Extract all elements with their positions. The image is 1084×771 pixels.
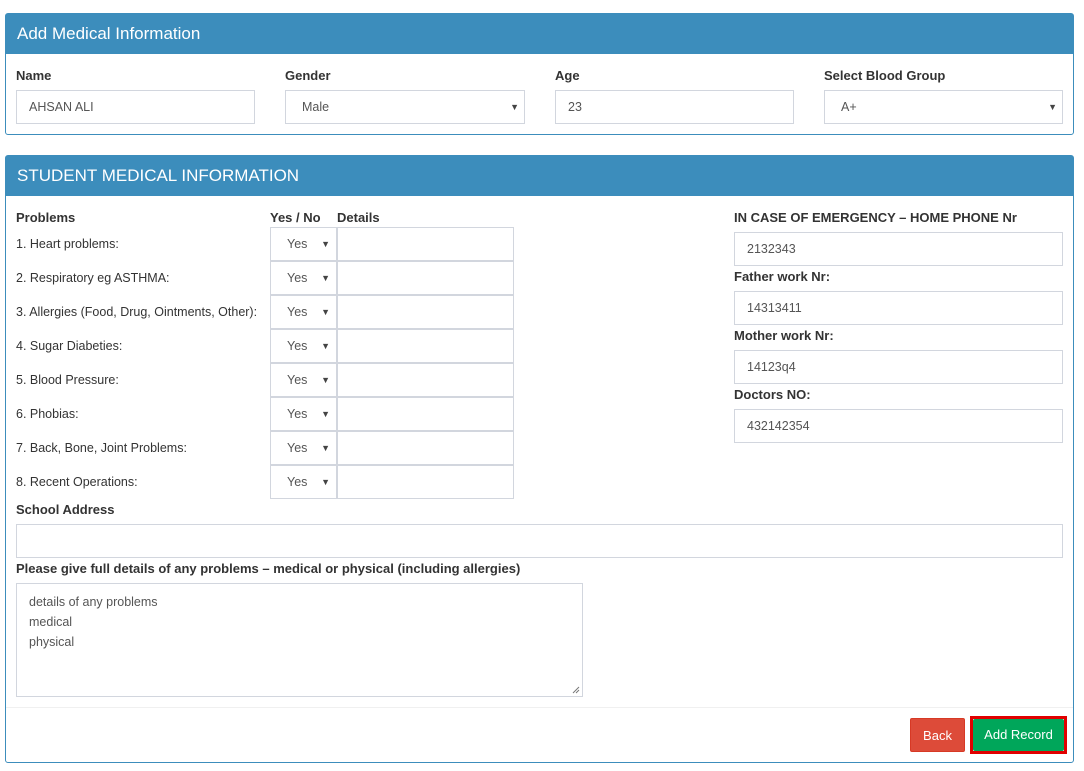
textarea-line: medical (29, 615, 73, 629)
problem-yes-no-select[interactable]: Yes ▼ (270, 295, 337, 329)
problem-yes-no-select[interactable]: Yes ▼ (270, 227, 337, 261)
add-medical-info-panel: Add Medical Information Name AHSAN ALI G… (5, 13, 1074, 135)
problem-answer: Yes (287, 407, 308, 421)
chevron-down-icon: ▼ (321, 273, 330, 283)
gender-select[interactable]: Male ▼ (285, 90, 525, 124)
problem-label: 1. Heart problems: (16, 237, 119, 251)
mother-work-label: Mother work Nr: (734, 328, 834, 343)
problem-yes-no-select[interactable]: Yes ▼ (270, 261, 337, 295)
back-button[interactable]: Back (910, 718, 965, 752)
problem-answer: Yes (287, 237, 308, 251)
problem-answer: Yes (287, 305, 308, 319)
problem-details-input[interactable] (337, 431, 514, 465)
problem-answer: Yes (287, 441, 308, 455)
problem-yes-no-select[interactable]: Yes ▼ (270, 329, 337, 363)
full-details-label: Please give full details of any problems… (16, 561, 521, 576)
home-phone-label: IN CASE OF EMERGENCY – HOME PHONE Nr (734, 210, 1017, 225)
problem-details-input[interactable] (337, 363, 514, 397)
problem-label: 6. Phobias: (16, 407, 79, 421)
chevron-down-icon: ▼ (321, 443, 330, 453)
problem-label: 3. Allergies (Food, Drug, Ointments, Oth… (16, 305, 258, 319)
school-address-label: School Address (16, 502, 115, 517)
problem-details-input[interactable] (337, 227, 514, 261)
panel-title: STUDENT MEDICAL INFORMATION (6, 156, 1073, 196)
problem-label: 4. Sugar Diabeties: (16, 339, 123, 353)
problems-header: Problems (16, 210, 76, 225)
gender-label: Gender (285, 68, 331, 83)
problem-details-input[interactable] (337, 329, 514, 363)
name-input[interactable]: AHSAN ALI (16, 90, 255, 124)
gender-selected-value: Male (302, 100, 330, 114)
problem-answer: Yes (287, 271, 308, 285)
problem-yes-no-select[interactable]: Yes ▼ (270, 397, 337, 431)
doctors-no-input[interactable]: 432142354 (734, 409, 1063, 443)
problem-details-input[interactable] (337, 261, 514, 295)
full-details-textarea[interactable]: details of any problems medical physical (16, 583, 583, 697)
chevron-down-icon: ▼ (321, 477, 330, 487)
resize-handle-icon[interactable] (572, 686, 580, 694)
details-header: Details (337, 210, 380, 225)
problem-answer: Yes (287, 475, 308, 489)
name-label: Name (16, 68, 52, 83)
father-work-input[interactable]: 14313411 (734, 291, 1063, 325)
chevron-down-icon: ▼ (321, 409, 330, 419)
student-medical-info-panel: STUDENT MEDICAL INFORMATION Problems Yes… (5, 155, 1074, 763)
mother-work-input[interactable]: 14123q4 (734, 350, 1063, 384)
blood-group-label: Select Blood Group (824, 68, 946, 83)
chevron-down-icon: ▼ (321, 375, 330, 385)
age-label: Age (555, 68, 580, 83)
problem-label: 5. Blood Pressure: (16, 373, 119, 387)
home-phone-input[interactable]: 2132343 (734, 232, 1063, 266)
problem-details-input[interactable] (337, 465, 514, 499)
textarea-line: physical (29, 635, 75, 649)
school-address-input[interactable] (16, 524, 1063, 558)
chevron-down-icon: ▼ (321, 307, 330, 317)
problem-details-input[interactable] (337, 295, 514, 329)
doctors-no-label: Doctors NO: (734, 387, 811, 402)
chevron-down-icon: ▼ (510, 102, 519, 112)
problem-answer: Yes (287, 339, 308, 353)
blood-group-selected-value: A+ (841, 100, 857, 114)
chevron-down-icon: ▼ (321, 239, 330, 249)
problem-label: 8. Recent Operations: (16, 475, 138, 489)
footer-divider (6, 707, 1073, 708)
father-work-label: Father work Nr: (734, 269, 831, 284)
add-record-highlight: Add Record (970, 716, 1067, 754)
problem-answer: Yes (287, 373, 308, 387)
problem-yes-no-select[interactable]: Yes ▼ (270, 431, 337, 465)
panel-title: Add Medical Information (6, 14, 1073, 54)
problem-yes-no-select[interactable]: Yes ▼ (270, 363, 337, 397)
problem-yes-no-select[interactable]: Yes ▼ (270, 465, 337, 499)
problem-details-input[interactable] (337, 397, 514, 431)
textarea-line: details of any problems (29, 595, 158, 609)
yes-no-header: Yes / No (270, 210, 321, 225)
blood-group-select[interactable]: A+ ▼ (824, 90, 1063, 124)
problem-label: 7. Back, Bone, Joint Problems: (16, 441, 187, 455)
chevron-down-icon: ▼ (1048, 102, 1057, 112)
problem-label: 2. Respiratory eg ASTHMA: (16, 271, 170, 285)
add-record-button[interactable]: Add Record (973, 719, 1064, 751)
chevron-down-icon: ▼ (321, 341, 330, 351)
age-input[interactable]: 23 (555, 90, 794, 124)
